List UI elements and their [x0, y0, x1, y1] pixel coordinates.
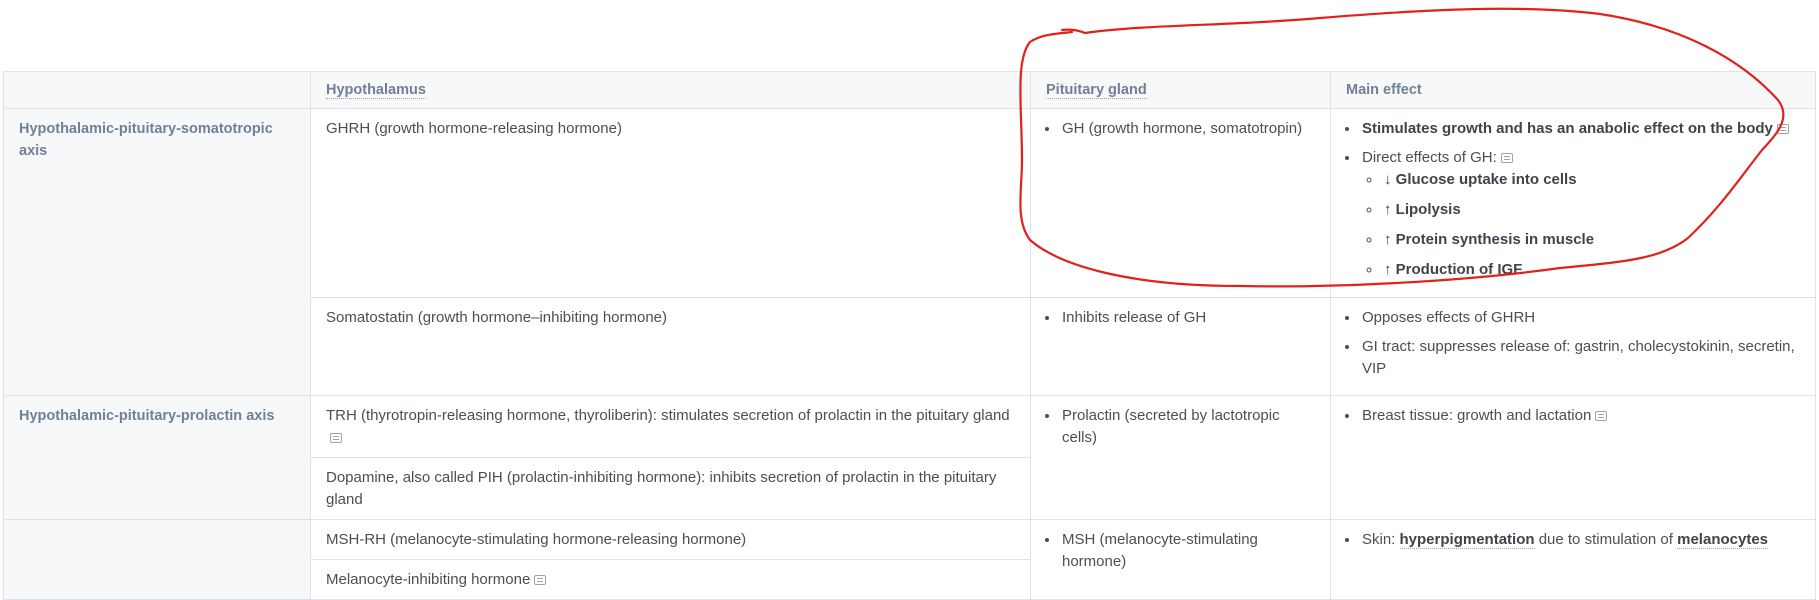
axis-label-prolactin: Hypothalamic-pituitary-prolactin axis [3, 395, 311, 520]
inhibits-gh-text[interactable]: Inhibits release of GH [1062, 309, 1206, 326]
cell-ghrh: GHRH (growth hormone-releasing hormone) [310, 108, 1031, 298]
axis-label-somatotropic: Hypothalamic-pituitary-somatotropic axis [3, 108, 311, 396]
effect-direct-label[interactable]: Direct effects of GH: [1362, 149, 1497, 166]
list-item: Prolactin (secreted by lactotropic cells… [1060, 405, 1315, 449]
list-item: GH (growth hormone, somatotropin) [1060, 118, 1315, 140]
list-item: ↑ Production of IGF [1382, 259, 1800, 281]
effect-skin-mid: due to stimulation of [1534, 531, 1678, 548]
cell-msh-effects: Skin: hyperpigmentation due to stimulati… [1330, 519, 1816, 600]
cell-dopamine: Dopamine, also called PIH (prolactin-inh… [310, 457, 1031, 520]
trh-text[interactable]: TRH (thyrotropin-releasing hormone, thyr… [326, 407, 1010, 424]
msh-rh-text[interactable]: MSH-RH (melanocyte-stimulating hormone-r… [326, 531, 746, 548]
list-item: Inhibits release of GH [1060, 307, 1315, 329]
list-item: Direct effects of GH: ↓ Glucose uptake i… [1360, 147, 1800, 281]
list-item: Skin: hyperpigmentation due to stimulati… [1360, 529, 1800, 551]
header-pituitary-gland[interactable]: Pituitary gland [1030, 71, 1331, 109]
cell-melanocyte-inhibiting: Melanocyte-inhibiting hormone [310, 559, 1031, 600]
cell-msh: MSH (melanocyte-stimulating hormone) [1030, 519, 1331, 600]
list-item: Breast tissue: growth and lactation [1360, 405, 1800, 427]
effect-opposes-ghrh[interactable]: Opposes effects of GHRH [1362, 309, 1535, 326]
cell-msh-rh: MSH-RH (melanocyte-stimulating hormone-r… [310, 519, 1031, 560]
note-icon[interactable] [1595, 411, 1608, 422]
header-hypothalamus[interactable]: Hypothalamus [310, 71, 1031, 109]
table-row: Hypothalamic-pituitary-somatotropic axis… [3, 108, 1816, 396]
list-item: Stimulates growth and has an anabolic ef… [1360, 118, 1800, 140]
sub-lipolysis[interactable]: ↑ Lipolysis [1384, 201, 1461, 218]
cell-gh-effects: Stimulates growth and has an anabolic ef… [1330, 108, 1816, 298]
header-blank [3, 71, 311, 109]
cell-inhibits-gh: Inhibits release of GH [1030, 297, 1331, 396]
list-item: Opposes effects of GHRH [1360, 307, 1800, 329]
effect-growth[interactable]: Stimulates growth and has an anabolic ef… [1362, 120, 1773, 137]
msh-text[interactable]: MSH (melanocyte-stimulating hormone) [1062, 531, 1258, 570]
note-icon[interactable] [1776, 124, 1789, 135]
list-item: GI tract: suppresses release of: gastrin… [1360, 336, 1800, 380]
table-row: Hypothalamic-pituitary-prolactin axis TR… [3, 395, 1816, 520]
cell-gh: GH (growth hormone, somatotropin) [1030, 108, 1331, 298]
ghrh-text[interactable]: GHRH (growth hormone-releasing hormone) [326, 120, 622, 137]
hormone-axis-table: Hypothalamus Pituitary gland Main effect… [3, 71, 1816, 600]
effect-melanocytes[interactable]: melanocytes [1677, 531, 1769, 549]
table-row: MSH-RH (melanocyte-stimulating hormone-r… [3, 519, 1816, 600]
list-item: MSH (melanocyte-stimulating hormone) [1060, 529, 1315, 573]
effect-skin-prefix: Skin: [1362, 531, 1400, 548]
effect-hyperpigmentation[interactable]: hyperpigmentation [1399, 531, 1535, 549]
note-icon[interactable] [1500, 153, 1513, 164]
sub-protein-synthesis: ↑ Protein synthesis in muscle [1384, 231, 1595, 248]
cell-prolactin: Prolactin (secreted by lactotropic cells… [1030, 395, 1331, 520]
axis-label-msh [3, 519, 311, 600]
somatostatin-text[interactable]: Somatostatin (growth hormone–inhibiting … [326, 309, 667, 326]
cell-somatostatin-effects: Opposes effects of GHRH GI tract: suppre… [1330, 297, 1816, 396]
melanocyte-inhibiting-text[interactable]: Melanocyte-inhibiting hormone [326, 571, 530, 588]
cell-trh: TRH (thyrotropin-releasing hormone, thyr… [310, 395, 1031, 458]
gh-text[interactable]: GH (growth hormone, somatotropin) [1062, 120, 1302, 137]
dopamine-text[interactable]: Dopamine, also called PIH (prolactin-inh… [326, 469, 996, 508]
sub-igf[interactable]: ↑ Production of IGF [1384, 261, 1522, 278]
hormone-table-container: Hypothalamus Pituitary gland Main effect… [3, 71, 1816, 600]
note-icon[interactable] [330, 433, 342, 444]
prolactin-text[interactable]: Prolactin (secreted by lactotropic cells… [1062, 407, 1280, 446]
list-item: ↓ Glucose uptake into cells [1382, 169, 1800, 191]
list-item: ↑ Lipolysis [1382, 199, 1800, 221]
header-main-effect: Main effect [1330, 71, 1816, 109]
sub-glucose-uptake: ↓ Glucose uptake into cells [1384, 171, 1577, 188]
table-header-row: Hypothalamus Pituitary gland Main effect [3, 71, 1816, 109]
cell-prolactin-effects: Breast tissue: growth and lactation [1330, 395, 1816, 520]
effect-breast-tissue[interactable]: Breast tissue: growth and lactation [1362, 407, 1591, 424]
effect-gi-tract[interactable]: GI tract: suppresses release of: gastrin… [1362, 338, 1795, 377]
cell-somatostatin: Somatostatin (growth hormone–inhibiting … [310, 297, 1031, 396]
list-item: ↑ Protein synthesis in muscle [1382, 229, 1800, 251]
